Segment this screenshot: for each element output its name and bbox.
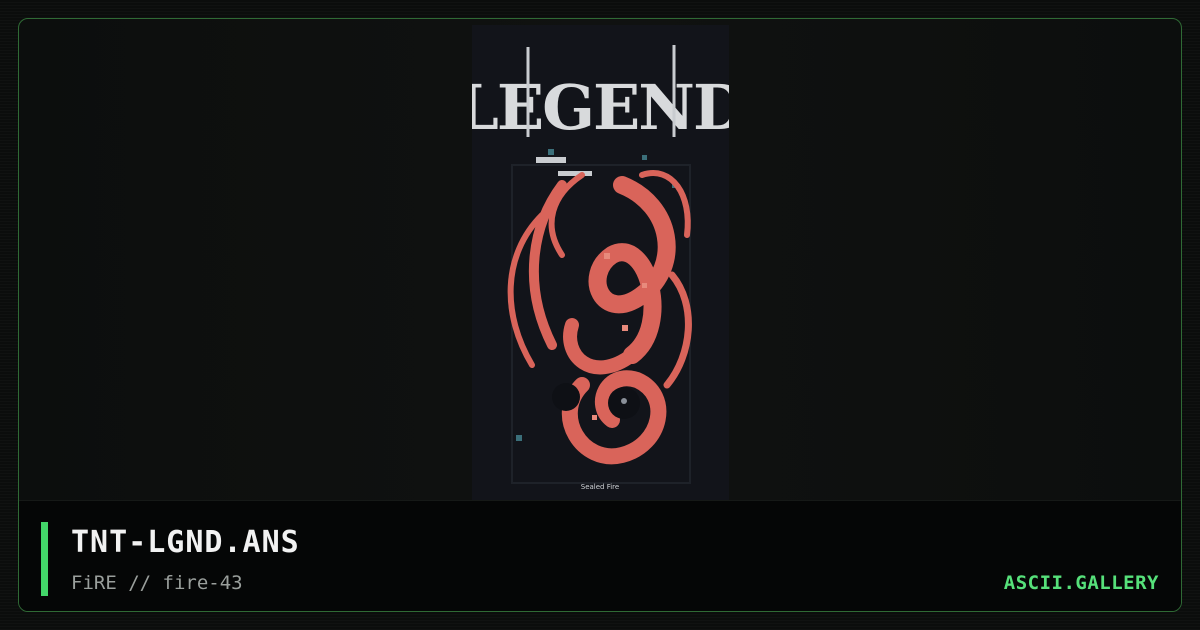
file-title[interactable]: TNT-LGND.ANS xyxy=(71,525,300,560)
site-brand[interactable]: ASCII.GALLERY xyxy=(1004,572,1159,594)
artwork-caption: Sealed Fire xyxy=(581,483,619,491)
ansi-artwork[interactable]: LEGEND xyxy=(472,25,729,501)
artwork-header-text: LEGEND xyxy=(472,71,729,144)
preview-card: LEGEND xyxy=(18,18,1182,612)
dragon-artwork-icon: LEGEND xyxy=(472,25,729,501)
group-pack-label[interactable]: FiRE // fire-43 xyxy=(71,572,243,594)
info-footer: TNT-LGND.ANS FiRE // fire-43 ASCII.GALLE… xyxy=(19,500,1181,611)
accent-bar xyxy=(41,522,48,596)
